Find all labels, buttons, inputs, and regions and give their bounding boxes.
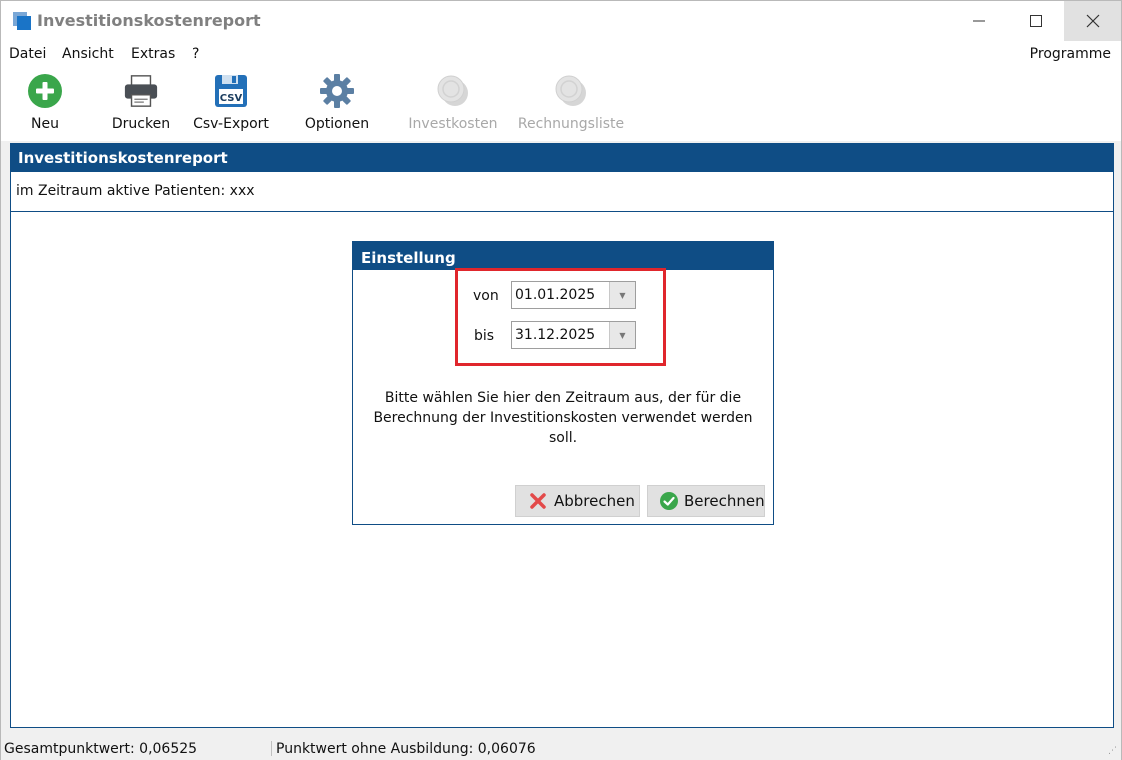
options-button[interactable]: Optionen xyxy=(301,67,373,141)
toolbar: Neu Drucken CSV Csv-Export Optionen Inve… xyxy=(1,67,1121,141)
status-separator xyxy=(271,741,272,756)
maximize-button[interactable] xyxy=(1007,1,1064,41)
calculate-button[interactable]: Berechnen xyxy=(647,485,765,517)
cross-icon xyxy=(528,491,548,511)
to-date-label: bis xyxy=(474,328,495,344)
csv-export-label: Csv-Export xyxy=(193,116,269,132)
close-icon xyxy=(1086,14,1099,28)
active-patients-info: im Zeitraum aktive Patienten: xxx xyxy=(10,172,1114,212)
dialog-message: Bitte wählen Sie hier den Zeitraum aus, … xyxy=(363,388,763,448)
menu-help[interactable]: ? xyxy=(192,46,199,62)
close-button[interactable] xyxy=(1064,1,1121,41)
dialog-message-line: Berechnung der Investitionskosten verwen… xyxy=(373,410,753,426)
investkosten-label: Investkosten xyxy=(408,116,498,132)
chevron-down-icon[interactable]: ▼ xyxy=(609,282,635,308)
to-date-picker[interactable]: 31.12.2025 ▼ xyxy=(511,321,636,349)
checkmark-icon xyxy=(660,491,678,511)
dialog-message-line: Bitte wählen Sie hier den Zeitraum aus, … xyxy=(384,390,742,406)
from-date-value: 01.01.2025 xyxy=(515,287,596,303)
print-button[interactable]: Drucken xyxy=(105,67,177,141)
investkosten-button[interactable]: Investkosten xyxy=(405,67,501,141)
calculate-label: Berechnen xyxy=(684,492,765,510)
csv-export-button[interactable]: CSV Csv-Export xyxy=(187,67,275,141)
point-value-without-training: Punktwert ohne Ausbildung: 0,06076 xyxy=(276,741,536,757)
minimize-icon xyxy=(972,20,985,22)
total-point-value: Gesamtpunktwert: 0,06525 xyxy=(4,741,198,757)
plus-circle-icon xyxy=(27,73,63,109)
maximize-icon xyxy=(1029,15,1042,27)
cancel-label: Abbrechen xyxy=(554,492,635,510)
title-bar: Investitionskostenreport xyxy=(1,1,1121,41)
from-date-picker[interactable]: 01.01.2025 ▼ xyxy=(511,281,636,309)
cancel-button[interactable]: Abbrechen xyxy=(515,485,640,517)
new-button[interactable]: Neu xyxy=(15,67,75,141)
rechnungsliste-label: Rechnungsliste xyxy=(517,116,625,132)
window-title: Investitionskostenreport xyxy=(37,11,261,30)
csv-floppy-icon: CSV xyxy=(213,73,249,109)
dialog-message-line: soll. xyxy=(548,430,578,446)
menu-ansicht[interactable]: Ansicht xyxy=(62,46,114,62)
coins-icon xyxy=(553,73,589,109)
print-label: Drucken xyxy=(111,116,171,132)
printer-icon xyxy=(123,73,159,109)
svg-text:CSV: CSV xyxy=(220,93,243,104)
app-logo-icon xyxy=(13,12,31,30)
dialog-title: Einstellung xyxy=(353,242,773,270)
menu-bar: Datei Ansicht Extras ? Programme xyxy=(1,41,1121,67)
settings-dialog: Einstellung von 01.01.2025 ▼ bis 31.12.2… xyxy=(352,241,774,525)
menu-programme[interactable]: Programme xyxy=(1030,46,1111,62)
gear-icon xyxy=(319,73,355,109)
from-date-label: von xyxy=(473,288,499,304)
menu-datei[interactable]: Datei xyxy=(9,46,46,62)
resize-grip-icon[interactable]: ⋰ xyxy=(1108,746,1117,756)
rechnungsliste-button[interactable]: Rechnungsliste xyxy=(513,67,629,141)
minimize-button[interactable] xyxy=(950,1,1007,41)
to-date-value: 31.12.2025 xyxy=(515,327,596,343)
options-label: Optionen xyxy=(304,116,370,132)
menu-extras[interactable]: Extras xyxy=(131,46,175,62)
app-window: Investitionskostenreport Datei Ansicht E… xyxy=(0,0,1122,760)
status-bar: Gesamtpunktwert: 0,06525 Punktwert ohne … xyxy=(1,737,1121,760)
coins-icon xyxy=(435,73,471,109)
report-header: Investitionskostenreport xyxy=(10,143,1114,172)
chevron-down-icon[interactable]: ▼ xyxy=(609,322,635,348)
new-label: Neu xyxy=(31,116,59,132)
